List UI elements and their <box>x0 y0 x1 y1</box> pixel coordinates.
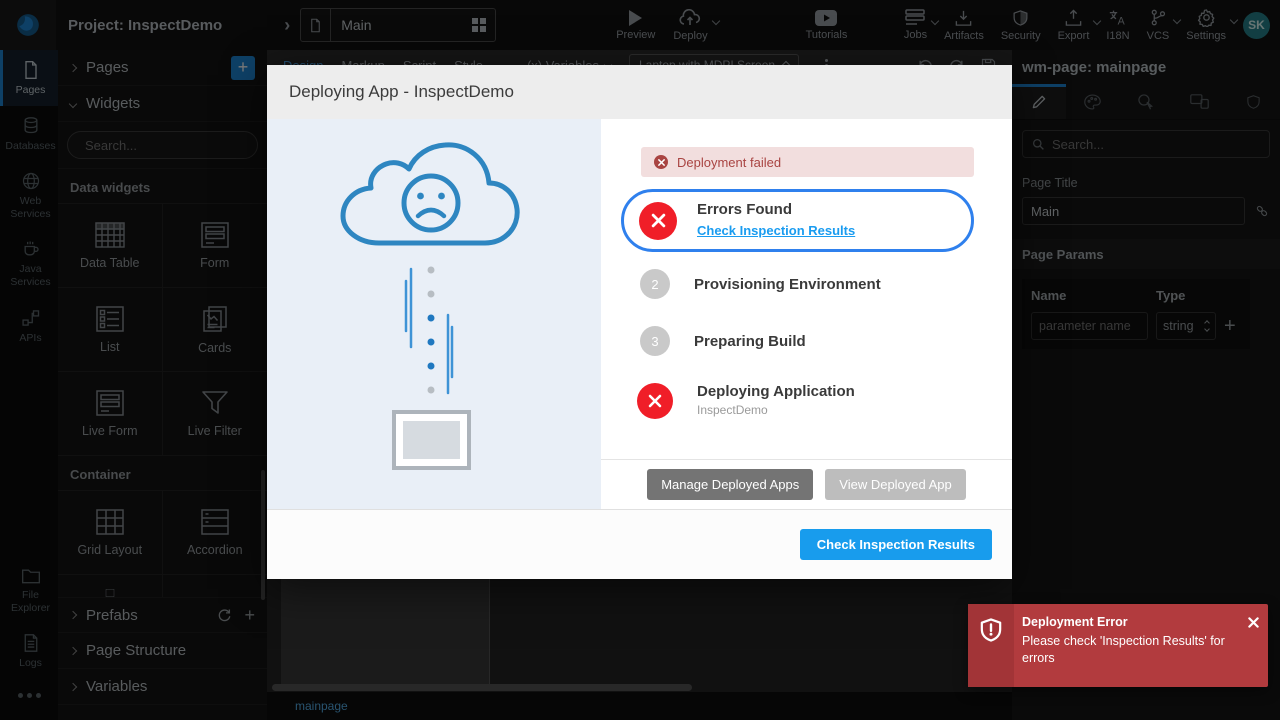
view-deployed-app-button[interactable]: View Deployed App <box>825 469 966 500</box>
error-badge-icon <box>637 383 673 419</box>
sad-cloud-illustration <box>267 119 601 509</box>
deploy-dialog-footer: Check Inspection Results <box>267 509 1012 579</box>
check-inspection-results-link[interactable]: Check Inspection Results <box>697 223 855 238</box>
deploy-actions-row: Manage Deployed Apps View Deployed App <box>601 459 1012 509</box>
toast-body: Deployment Error Please check 'Inspectio… <box>1014 604 1268 687</box>
deployment-error-toast[interactable]: Deployment Error Please check 'Inspectio… <box>968 604 1268 687</box>
step-number-badge: 3 <box>640 326 670 356</box>
step-number-badge: 2 <box>640 269 670 299</box>
step-title: Errors Found <box>697 201 792 218</box>
step-provisioning: 2 Provisioning Environment <box>640 269 974 299</box>
check-inspection-results-button[interactable]: Check Inspection Results <box>800 529 992 560</box>
toast-close-button[interactable] <box>1248 617 1259 628</box>
deployment-failed-alert: Deployment failed <box>641 147 974 177</box>
toast-message: Please check 'Inspection Results' for er… <box>1022 633 1242 667</box>
toast-icon-strip <box>968 604 1014 687</box>
wavemaker-studio: Project: InspectDemo › Main Preview Depl… <box>0 0 1280 720</box>
step-preparing-build: 3 Preparing Build <box>640 326 974 356</box>
error-circle-icon <box>654 155 668 169</box>
deploy-dialog-title: Deploying App - InspectDemo <box>267 65 1012 119</box>
toast-title: Deployment Error <box>1022 615 1242 629</box>
deploy-dialog: Deploying App - InspectDemo <box>267 65 1012 579</box>
alert-shield-icon <box>980 618 1002 642</box>
step-subtitle: InspectDemo <box>697 403 768 417</box>
manage-deployed-apps-button[interactable]: Manage Deployed Apps <box>647 469 813 500</box>
error-badge-icon <box>639 202 677 240</box>
step-deploying-application: Deploying Application InspectDemo <box>637 383 974 419</box>
deploy-illustration <box>267 119 601 509</box>
step-errors-found: Errors Found Check Inspection Results <box>621 189 974 252</box>
deploy-status-pane: Deployment failed Errors Found Check Ins… <box>601 119 1012 509</box>
